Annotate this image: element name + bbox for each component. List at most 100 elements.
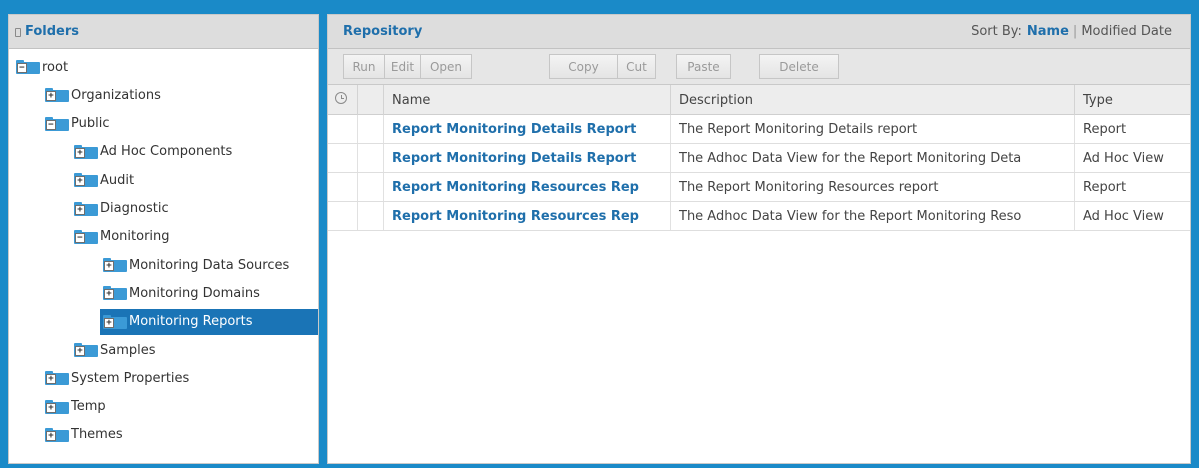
expand-toggle-icon[interactable]: +: [46, 374, 56, 385]
repository-rows: Report Monitoring Details Report The Repo…: [328, 115, 1190, 231]
edit-button[interactable]: Edit: [384, 54, 421, 79]
resource-name-link[interactable]: Report Monitoring Details Report: [384, 144, 671, 172]
folder-icon: +: [74, 201, 98, 216]
row-modified-cell: [328, 144, 358, 172]
expand-toggle-icon[interactable]: +: [104, 317, 114, 328]
row-select-cell[interactable]: [358, 115, 384, 143]
sort-by-modified-date-link[interactable]: Modified Date: [1081, 24, 1172, 39]
expand-toggle-icon[interactable]: +: [75, 346, 85, 356]
tree-item-label: Monitoring Data Sources: [129, 257, 290, 273]
tree-item-label: Samples: [100, 342, 156, 358]
sort-separator: |: [1072, 24, 1078, 39]
resource-name-link[interactable]: Report Monitoring Resources Rep: [384, 202, 671, 230]
folders-header: Folders: [9, 15, 318, 49]
resource-type: Report: [1083, 179, 1127, 195]
open-button[interactable]: Open: [420, 54, 472, 79]
tree-item[interactable]: + Samples: [74, 337, 156, 363]
folder-icon: +: [45, 427, 69, 442]
tree-item[interactable]: − Public: [45, 111, 109, 137]
folders-panel: Folders − root + Organizations − Public + Ad Ho…: [8, 14, 319, 464]
sort-by-name-link[interactable]: Name: [1027, 24, 1069, 39]
tree-item-label: Ad Hoc Components: [100, 144, 233, 160]
folder-icon: +: [45, 399, 69, 414]
tree-item[interactable]: + Organizations: [45, 82, 161, 108]
tree-item-label: Monitoring Domains: [129, 285, 260, 301]
expand-toggle-icon[interactable]: +: [46, 402, 56, 413]
description-column-header[interactable]: Description: [671, 85, 1075, 115]
row-modified-cell: [328, 115, 358, 143]
tree-item[interactable]: + Temp: [45, 394, 106, 420]
resource-type: Report: [1083, 121, 1127, 137]
tree-item-label: Monitoring: [100, 229, 170, 245]
resource-description: The Report Monitoring Details report: [671, 115, 1075, 143]
repository-header: Repository Sort By: Name | Modified Date: [328, 15, 1190, 49]
table-row[interactable]: Report Monitoring Details Report The Adho…: [328, 144, 1190, 173]
resource-type: Ad Hoc View: [1083, 208, 1164, 224]
tree-item[interactable]: + Diagnostic: [74, 196, 169, 222]
folder-icon: +: [74, 343, 98, 357]
tree-item[interactable]: − root: [16, 54, 68, 80]
tree-item-label: Temp: [71, 399, 106, 415]
sort-by-control: Sort By: Name | Modified Date: [971, 24, 1172, 39]
tree-item[interactable]: + Ad Hoc Components: [74, 139, 232, 165]
tree-item[interactable]: + Themes: [45, 422, 123, 448]
resource-name-link[interactable]: Report Monitoring Details Report: [384, 115, 671, 143]
resource-description: The Adhoc Data View for the Report Monit…: [671, 202, 1075, 230]
folder-icon: +: [74, 173, 98, 188]
tree-item[interactable]: + Monitoring Data Sources: [103, 252, 289, 278]
cut-button[interactable]: Cut: [617, 54, 656, 79]
expand-toggle-icon[interactable]: +: [46, 91, 56, 102]
copy-button[interactable]: Copy: [549, 54, 618, 79]
row-select-cell[interactable]: [358, 202, 384, 230]
folder-icon: −: [16, 60, 40, 74]
resource-description: The Adhoc Data View for the Report Monit…: [671, 144, 1075, 172]
collapse-toggle-icon[interactable]: −: [75, 232, 85, 243]
tree-item[interactable]: + Audit: [74, 167, 134, 193]
expand-toggle-icon[interactable]: +: [75, 176, 85, 187]
expand-toggle-icon[interactable]: +: [75, 204, 85, 215]
checkbox-column-header: [358, 85, 384, 115]
collapse-toggle-icon[interactable]: −: [17, 63, 27, 73]
table-row[interactable]: Report Monitoring Resources Rep The Repor…: [328, 173, 1190, 202]
panel-collapse-icon[interactable]: [15, 27, 21, 37]
run-button[interactable]: Run: [343, 54, 385, 79]
tree-item-label: Organizations: [71, 87, 161, 103]
resource-type: Ad Hoc View: [1083, 150, 1164, 166]
folder-icon: −: [45, 116, 69, 131]
resource-name-link[interactable]: Report Monitoring Resources Rep: [384, 173, 671, 201]
tree-item[interactable]: + Monitoring Domains: [103, 280, 260, 306]
tree-item-label: Public: [71, 116, 110, 132]
tree-item[interactable]: − Monitoring: [74, 224, 170, 250]
folder-icon: +: [103, 258, 127, 273]
folder-icon: +: [45, 88, 69, 103]
clock-icon: [335, 92, 347, 104]
expand-toggle-icon[interactable]: +: [75, 147, 85, 158]
delete-button[interactable]: Delete: [759, 54, 839, 79]
tree-item[interactable]: + Monitoring Reports: [100, 308, 318, 335]
collapse-toggle-icon[interactable]: −: [46, 119, 56, 130]
folders-title: Folders: [25, 24, 80, 39]
row-select-cell[interactable]: [358, 173, 384, 201]
table-row[interactable]: Report Monitoring Resources Rep The Adhoc…: [328, 202, 1190, 231]
row-modified-cell: [328, 202, 358, 230]
paste-button[interactable]: Paste: [676, 54, 731, 79]
name-column-header[interactable]: Name: [384, 85, 671, 115]
tree-item-label: Audit: [100, 172, 135, 188]
type-column-header[interactable]: Type: [1075, 85, 1192, 115]
expand-toggle-icon[interactable]: +: [46, 430, 56, 441]
tree-item[interactable]: + System Properties: [45, 365, 189, 391]
expand-toggle-icon[interactable]: +: [104, 289, 114, 300]
row-select-cell[interactable]: [358, 144, 384, 172]
resource-description: The Report Monitoring Resources report: [671, 173, 1075, 201]
table-header: Name Description Type: [328, 85, 1190, 115]
expand-toggle-icon[interactable]: +: [104, 261, 114, 272]
repository-panel: Repository Sort By: Name | Modified Date…: [327, 14, 1191, 464]
tree-item-label: root: [42, 59, 69, 75]
tree-item-label: Diagnostic: [100, 201, 169, 216]
folder-icon: +: [74, 144, 98, 159]
sort-by-label: Sort By:: [971, 24, 1022, 39]
table-row[interactable]: Report Monitoring Details Report The Repo…: [328, 115, 1190, 144]
modified-column-header[interactable]: [328, 85, 358, 115]
tree-item-label: System Properties: [71, 370, 190, 386]
repository-toolbar: Run Edit Open Copy Cut Paste Delete: [328, 49, 1190, 85]
